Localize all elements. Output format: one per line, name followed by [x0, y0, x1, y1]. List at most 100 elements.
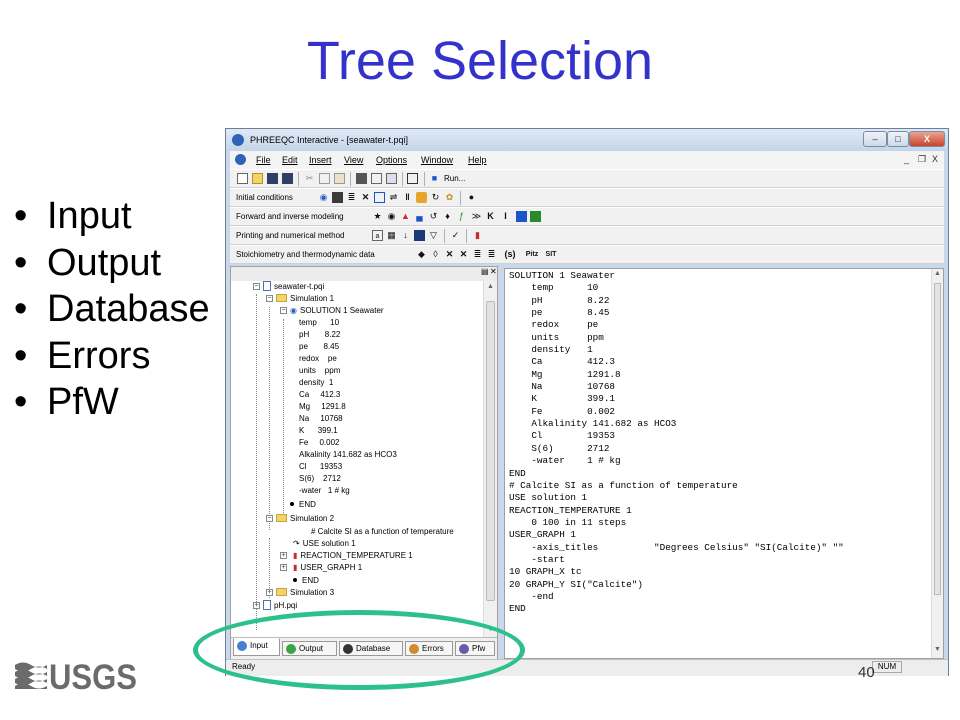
selected-output-icon[interactable]: ↓	[400, 230, 411, 241]
tree-solution-1[interactable]: ◉ SOLUTION 1 Seawater	[290, 305, 384, 316]
end-icon[interactable]: ●	[466, 192, 477, 203]
s-button[interactable]: (s)	[500, 249, 520, 260]
expand-sim2-icon[interactable]: −	[266, 515, 273, 522]
tree-item-ph[interactable]: pH 8.22	[299, 329, 340, 340]
tree-user-graph[interactable]: ▮ USER_GRAPH 1	[293, 562, 362, 573]
expand-reaction-temp-icon[interactable]: +	[280, 552, 287, 559]
input-editor-text[interactable]: SOLUTION 1 Seawater temp 10 pH 8.22 pe 8…	[509, 270, 844, 616]
exchange-master-icon[interactable]: ✕	[458, 249, 469, 260]
exchange-species-icon[interactable]: ≣	[472, 249, 483, 260]
exchange-icon[interactable]: ✕	[360, 192, 371, 203]
new-file-icon[interactable]	[237, 173, 248, 184]
editor-scroll-down-icon[interactable]: ▼	[934, 646, 941, 653]
user-graph-icon[interactable]: ▮	[472, 230, 483, 241]
menu-window[interactable]: Window	[421, 155, 453, 165]
mdi-minimize-button[interactable]: _	[904, 154, 909, 164]
sit-button[interactable]: SIT	[543, 249, 559, 260]
tree-item-mg[interactable]: Mg 1291.8	[299, 401, 346, 412]
print-icon[interactable]	[356, 173, 367, 184]
tree-reaction-temperature[interactable]: ▮ REACTION_TEMPERATURE 1	[293, 550, 413, 561]
maximize-button[interactable]: □	[887, 131, 909, 147]
save-solution-icon[interactable]	[530, 211, 541, 222]
minimize-button[interactable]: –	[863, 131, 887, 147]
tree-item-water[interactable]: -water 1 # kg	[299, 485, 350, 496]
user-print-icon[interactable]	[414, 230, 425, 241]
tree-item-alkalinity[interactable]: Alkalinity 141.682 as HCO3	[299, 449, 397, 460]
advection-icon[interactable]: ★	[372, 211, 383, 222]
tree-root-file[interactable]: seawater-t.pqi	[263, 281, 324, 292]
menu-view[interactable]: View	[344, 155, 363, 165]
editor-scroll-up-icon[interactable]: ▲	[934, 270, 941, 277]
tree-use-solution[interactable]: ↷ USE solution 1	[293, 538, 356, 549]
menu-insert[interactable]: Insert	[309, 155, 332, 165]
solution-icon[interactable]: ◉	[318, 192, 329, 203]
equilibrium-phases-icon[interactable]: ≣	[346, 192, 357, 203]
menu-edit[interactable]: Edit	[282, 155, 298, 165]
paste-icon[interactable]	[334, 173, 345, 184]
tree-item-na[interactable]: Na 10768	[299, 413, 343, 424]
tree-item-temp[interactable]: temp 10	[299, 317, 339, 328]
knobs-icon[interactable]: ≫	[471, 211, 482, 222]
inverse-icon[interactable]: ↺	[428, 211, 439, 222]
print-preview-icon[interactable]	[371, 173, 382, 184]
tree-end-2[interactable]: END	[293, 575, 319, 586]
tree-item-units[interactable]: units ppm	[299, 365, 340, 376]
title-icon[interactable]: a	[372, 230, 383, 241]
transport-icon[interactable]: ◉	[386, 211, 397, 222]
close-button[interactable]: X	[909, 131, 945, 147]
tree-item-density[interactable]: density 1	[299, 377, 333, 388]
fx-icon[interactable]: ƒ	[456, 211, 467, 222]
gas-phase-icon[interactable]: ⇌	[388, 192, 399, 203]
knobs-tool-icon[interactable]: ✓	[450, 230, 461, 241]
editor-scroll-thumb[interactable]	[934, 283, 941, 595]
tree-item-ca[interactable]: Ca 412.3	[299, 389, 340, 400]
run-icon[interactable]: ■	[429, 173, 440, 184]
tree-simulation-3[interactable]: Simulation 3	[276, 587, 334, 598]
tree-item-fe[interactable]: Fe 0.002	[299, 437, 340, 448]
title-bar[interactable]: PHREEQC Interactive - [seawater-t.pqi] –…	[226, 129, 948, 151]
open-folder-icon[interactable]	[252, 173, 263, 184]
copy-icon[interactable]	[319, 173, 330, 184]
window-icon[interactable]	[407, 173, 418, 184]
tree-pin-icon[interactable]: ▤	[481, 267, 489, 276]
save-all-icon[interactable]	[282, 173, 293, 184]
expand-sim3-icon[interactable]: +	[266, 589, 273, 596]
solution-master-species-icon[interactable]: ◆	[416, 249, 427, 260]
tree-item-k[interactable]: K 399.1	[299, 425, 338, 436]
scroll-up-icon[interactable]: ▲	[487, 283, 494, 290]
properties-icon[interactable]	[386, 173, 397, 184]
tree-close-icon[interactable]: ✕	[490, 267, 497, 276]
save-icon[interactable]	[267, 173, 278, 184]
solid-solution-icon[interactable]: ‖	[402, 192, 413, 203]
editor-scrollbar[interactable]: ▲ ▼	[931, 269, 943, 658]
tree-end-1[interactable]: END	[290, 499, 316, 510]
phases-icon[interactable]: ✕	[444, 249, 455, 260]
menu-file[interactable]: File	[256, 155, 271, 165]
k-button[interactable]: K	[485, 211, 496, 222]
solution-spread-icon[interactable]	[332, 192, 343, 203]
kinetics-icon[interactable]	[416, 192, 427, 203]
tree-item-redox[interactable]: redox pe	[299, 353, 337, 364]
editor-pane[interactable]: SOLUTION 1 Seawater temp 10 pH 8.22 pe 8…	[504, 268, 944, 659]
tree-item-cl[interactable]: Cl 19353	[299, 461, 342, 472]
copy-solution-icon[interactable]	[516, 211, 527, 222]
pressure-icon[interactable]: ▄	[414, 211, 425, 222]
expand-sim1-icon[interactable]: −	[266, 295, 273, 302]
expand-solution-icon[interactable]: −	[280, 307, 287, 314]
tree-item-s6[interactable]: S(6) 2712	[299, 473, 341, 484]
expand-user-graph-icon[interactable]: +	[280, 564, 287, 571]
cut-icon[interactable]: ✂	[304, 173, 315, 184]
run-button[interactable]: Run...	[444, 174, 465, 183]
pitz-button[interactable]: Pitz	[523, 249, 541, 260]
tree-simulation-1[interactable]: Simulation 1	[276, 293, 334, 304]
mdi-close-button[interactable]: X	[932, 154, 938, 164]
temperature-icon[interactable]: ▲	[400, 211, 411, 222]
i-button[interactable]: I	[500, 211, 511, 222]
surface-icon[interactable]	[374, 192, 385, 203]
reaction-icon[interactable]: ↻	[430, 192, 441, 203]
mix-icon[interactable]: ✿	[444, 192, 455, 203]
tree-scrollbar[interactable]: ▲ ▼	[483, 281, 497, 637]
scroll-thumb[interactable]	[486, 301, 495, 601]
expand-root-icon[interactable]: −	[253, 283, 260, 290]
surface-master-icon[interactable]: ≣	[486, 249, 497, 260]
